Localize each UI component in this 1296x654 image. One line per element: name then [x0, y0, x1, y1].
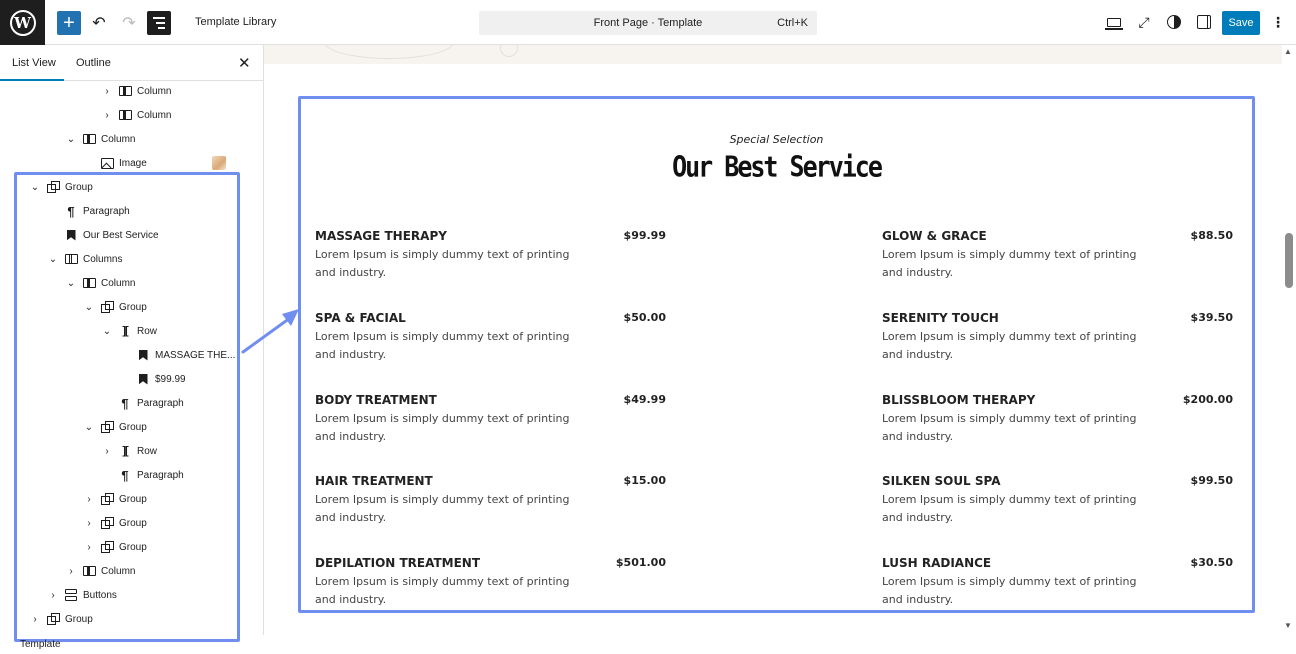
column-icon	[118, 109, 132, 121]
service-item[interactable]: BODY TREATMENT $49.99 Lorem Ipsum is simpl…	[315, 393, 666, 453]
service-price[interactable]: $30.50	[1191, 556, 1233, 569]
column-icon	[118, 85, 132, 97]
service-description[interactable]: Lorem Ipsum is simply dummy text of prin…	[315, 573, 585, 609]
list-view-item-label: Column	[137, 85, 172, 97]
service-description[interactable]: Lorem Ipsum is simply dummy text of prin…	[315, 410, 585, 446]
list-view-item[interactable]: › Column	[100, 103, 171, 127]
list-view-item-label: Column	[101, 133, 136, 145]
list-view-item[interactable]: ⌄ Column	[64, 127, 136, 151]
service-item[interactable]: GLOW & GRACE $88.50 Lorem Ipsum is simply …	[882, 229, 1233, 289]
chevron-icon[interactable]: ›	[100, 86, 114, 97]
desktop-preview-icon[interactable]	[1104, 12, 1124, 32]
service-description[interactable]: Lorem Ipsum is simply dummy text of prin…	[315, 328, 585, 364]
service-price[interactable]: $88.50	[1191, 229, 1233, 242]
service-item[interactable]: MASSAGE THERAPY $99.99 Lorem Ipsum is simp…	[315, 229, 666, 289]
tab-outline[interactable]: Outline	[76, 57, 111, 69]
service-description[interactable]: Lorem Ipsum is simply dummy text of prin…	[882, 491, 1152, 527]
view-external-icon[interactable]: ⤢	[1134, 12, 1154, 32]
service-name[interactable]: MASSAGE THERAPY	[315, 229, 447, 243]
service-name[interactable]: SILKEN SOUL SPA	[882, 474, 1001, 488]
undo-icon[interactable]: ↶	[87, 11, 111, 35]
list-view-item-label: Column	[137, 109, 172, 121]
service-price[interactable]: $50.00	[624, 311, 666, 324]
more-options-icon[interactable]: ⋮	[1268, 12, 1288, 32]
close-icon[interactable]: ✕	[238, 54, 251, 72]
canvas-page: Special Selection Our Best Service MASSA…	[264, 45, 1282, 635]
service-price[interactable]: $15.00	[624, 474, 666, 487]
section-eyebrow[interactable]: Special Selection	[301, 133, 1252, 146]
chevron-icon[interactable]: ⌄	[64, 134, 78, 145]
column-icon	[82, 133, 96, 145]
service-name[interactable]: BLISSBLOOM THERAPY	[882, 393, 1035, 407]
canvas-scrollbar[interactable]	[1282, 45, 1296, 635]
wordpress-icon: W	[9, 9, 36, 36]
tree-highlight-annotation	[14, 172, 240, 642]
breadcrumb[interactable]: Template	[20, 639, 61, 650]
panel-tabs: List View Outline ✕	[0, 45, 264, 81]
command-shortcut: Ctrl+K	[777, 17, 808, 29]
service-price[interactable]: $501.00	[616, 556, 666, 569]
service-name[interactable]: SERENITY TOUCH	[882, 311, 999, 325]
service-description[interactable]: Lorem Ipsum is simply dummy text of prin…	[882, 246, 1152, 282]
service-price[interactable]: $200.00	[1183, 393, 1233, 406]
service-name[interactable]: BODY TREATMENT	[315, 393, 437, 407]
wordpress-logo-button[interactable]: W	[0, 0, 45, 45]
image-icon	[100, 157, 114, 169]
service-description[interactable]: Lorem Ipsum is simply dummy text of prin…	[315, 246, 585, 282]
redo-icon[interactable]: ↷	[117, 11, 141, 35]
document-title: Front Page · Template	[593, 17, 703, 29]
service-item[interactable]: DEPILATION TREATMENT $501.00 Lorem Ipsum i…	[315, 556, 666, 616]
service-name[interactable]: GLOW & GRACE	[882, 229, 987, 243]
scroll-up-arrow-icon[interactable]: ▲	[1284, 47, 1292, 56]
service-description[interactable]: Lorem Ipsum is simply dummy text of prin…	[882, 410, 1152, 446]
service-price[interactable]: $39.50	[1191, 311, 1233, 324]
scroll-down-arrow-icon[interactable]: ▼	[1284, 621, 1292, 630]
service-description[interactable]: Lorem Ipsum is simply dummy text of prin…	[315, 491, 585, 527]
service-name[interactable]: HAIR TREATMENT	[315, 474, 433, 488]
list-view-item-label: Image	[119, 157, 147, 169]
command-palette-button[interactable]: Front Page · Template Ctrl+K	[479, 11, 817, 35]
active-tab-indicator	[0, 79, 64, 81]
service-item[interactable]: LUSH RADIANCE $30.50 Lorem Ipsum is simply…	[882, 556, 1233, 616]
document-overview-button[interactable]	[147, 11, 171, 35]
add-block-button[interactable]: +	[57, 11, 81, 35]
service-price[interactable]: $99.50	[1191, 474, 1233, 487]
previous-section-strip	[264, 45, 1282, 64]
save-button[interactable]: Save	[1222, 11, 1260, 35]
service-item[interactable]: SPA & FACIAL $50.00 Lorem Ipsum is simply …	[315, 311, 666, 371]
editor-canvas: Special Selection Our Best Service MASSA…	[264, 45, 1296, 635]
services-section[interactable]: Special Selection Our Best Service MASSA…	[298, 96, 1255, 613]
list-view-item[interactable]: › Column	[100, 79, 171, 103]
scrollbar-thumb[interactable]	[1285, 233, 1293, 288]
chevron-icon[interactable]: ›	[100, 110, 114, 121]
tab-list-view[interactable]: List View	[12, 57, 56, 69]
section-heading[interactable]: Our Best Service	[301, 150, 1252, 183]
settings-sidebar-icon[interactable]	[1194, 12, 1214, 32]
service-item[interactable]: SERENITY TOUCH $39.50 Lorem Ipsum is simpl…	[882, 311, 1233, 371]
service-item[interactable]: BLISSBLOOM THERAPY $200.00 Lorem Ipsum is …	[882, 393, 1233, 453]
styles-icon[interactable]	[1164, 12, 1184, 32]
top-toolbar: W + ↶ ↷ Template Library Front Page · Te…	[0, 0, 1296, 45]
service-item[interactable]: SILKEN SOUL SPA $99.50 Lorem Ipsum is simp…	[882, 474, 1233, 534]
service-name[interactable]: DEPILATION TREATMENT	[315, 556, 480, 570]
template-library-link[interactable]: Template Library	[195, 16, 276, 28]
service-description[interactable]: Lorem Ipsum is simply dummy text of prin…	[882, 328, 1152, 364]
list-view-icon	[153, 17, 165, 29]
image-thumbnail	[212, 156, 226, 170]
service-name[interactable]: LUSH RADIANCE	[882, 556, 991, 570]
service-price[interactable]: $99.99	[624, 229, 666, 242]
service-description[interactable]: Lorem Ipsum is simply dummy text of prin…	[882, 573, 1152, 609]
service-name[interactable]: SPA & FACIAL	[315, 311, 406, 325]
service-price[interactable]: $49.99	[624, 393, 666, 406]
service-item[interactable]: HAIR TREATMENT $15.00 Lorem Ipsum is simpl…	[315, 474, 666, 534]
